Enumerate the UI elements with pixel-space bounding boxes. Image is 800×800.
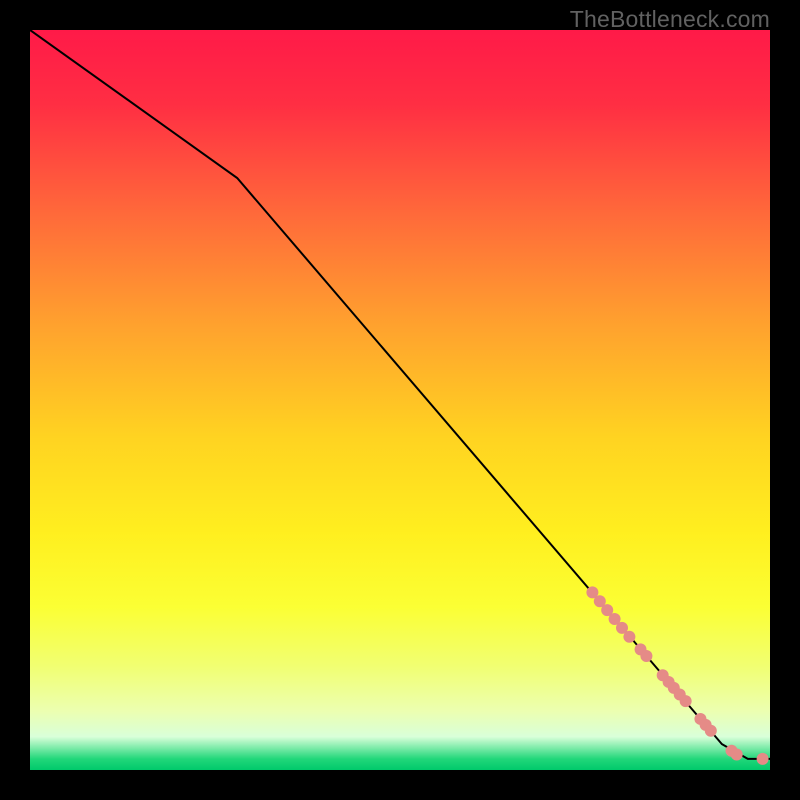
- gradient-background: [30, 30, 770, 770]
- data-point: [705, 725, 717, 737]
- chart-svg: [30, 30, 770, 770]
- chart-frame: TheBottleneck.com: [0, 0, 800, 800]
- plot-area: [30, 30, 770, 770]
- watermark-text: TheBottleneck.com: [570, 6, 770, 33]
- data-point: [757, 753, 769, 765]
- data-point: [731, 748, 743, 760]
- data-point: [680, 695, 692, 707]
- data-point: [640, 650, 652, 662]
- data-point: [623, 631, 635, 643]
